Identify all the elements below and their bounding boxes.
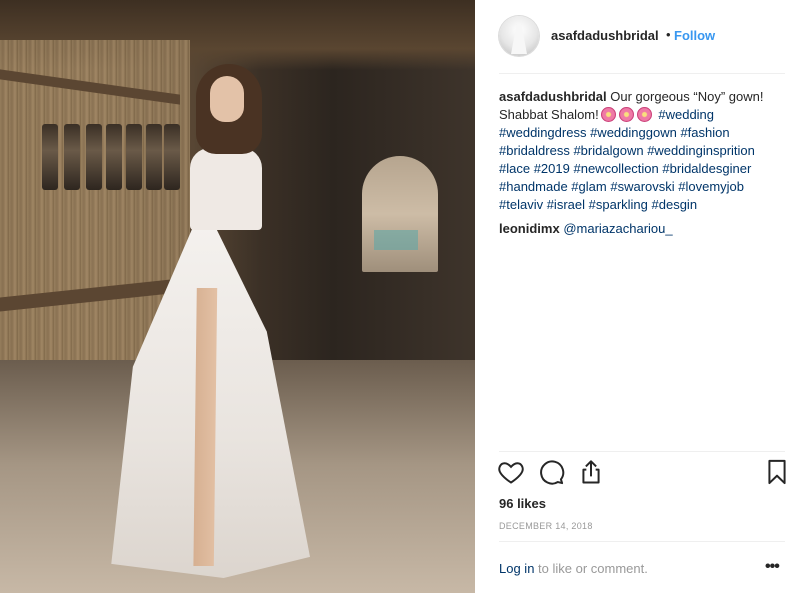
photo-lantern: [106, 124, 122, 190]
hashtag-link[interactable]: #weddingdress: [499, 125, 586, 140]
caption-hashtags: #wedding #weddingdress #weddinggown #fas…: [499, 107, 755, 212]
hashtag-link[interactable]: #lovemyjob: [678, 179, 744, 194]
post-side-panel: asafdadushbridal • Follow asafdadushbrid…: [475, 0, 811, 593]
header-separator: •: [666, 27, 671, 42]
footer-divider: [499, 541, 785, 542]
hashtag-link[interactable]: #wedding: [658, 107, 714, 122]
hibiscus-emoji: [618, 107, 634, 122]
share-icon[interactable]: [577, 458, 605, 486]
post-photo[interactable]: [0, 0, 475, 593]
hashtag-link[interactable]: #weddinginsprition: [647, 143, 755, 158]
hashtag-link[interactable]: #bridalgown: [573, 143, 643, 158]
comment-bubble-icon[interactable]: [537, 458, 565, 486]
hashtag-link[interactable]: #lace: [499, 161, 530, 176]
photo-doorway-bench: [374, 230, 418, 250]
post-header: asafdadushbridal • Follow: [475, 0, 811, 72]
actions-divider: [499, 451, 785, 452]
action-bar: [475, 458, 811, 490]
hashtag-link[interactable]: #sparkling: [589, 197, 648, 212]
hashtag-link[interactable]: #israel: [547, 197, 585, 212]
caption-username[interactable]: asafdadushbridal: [499, 89, 607, 104]
hibiscus-emoji: [600, 107, 616, 122]
hashtag-link[interactable]: #swarovski: [610, 179, 674, 194]
likes-count[interactable]: 96 likes: [499, 496, 546, 511]
login-link[interactable]: Log in: [499, 561, 534, 576]
hashtag-link[interactable]: #desgin: [652, 197, 698, 212]
photo-lantern: [86, 124, 102, 190]
hashtag-link[interactable]: #bridaldress: [499, 143, 570, 158]
photo-lantern: [164, 124, 180, 190]
login-prompt-text: to like or comment.: [538, 561, 648, 576]
hashtag-link[interactable]: #telaviv: [499, 197, 543, 212]
hashtag-link[interactable]: #newcollection: [573, 161, 658, 176]
photo-model-face: [210, 76, 244, 122]
photo-lantern: [42, 124, 58, 190]
header-username[interactable]: asafdadushbridal: [551, 28, 659, 43]
bookmark-icon[interactable]: [763, 458, 791, 486]
post-caption: asafdadushbridal Our gorgeous “Noy” gown…: [499, 88, 789, 214]
hashtag-link[interactable]: #2019: [534, 161, 570, 176]
photo-lantern: [146, 124, 162, 190]
hashtag-link[interactable]: #handmade: [499, 179, 568, 194]
photo-lantern: [64, 124, 80, 190]
hashtag-link[interactable]: #fashion: [680, 125, 729, 140]
post-date[interactable]: December 14, 2018: [499, 521, 593, 531]
login-prompt: Log in to like or comment.: [499, 561, 648, 576]
avatar-dress-image: [511, 24, 527, 54]
header-divider: [499, 73, 785, 74]
photo-gown-bodice: [190, 148, 262, 230]
hashtag-link[interactable]: #weddinggown: [590, 125, 677, 140]
hashtag-link[interactable]: #glam: [571, 179, 606, 194]
comment-row: leonidimx @mariazachariou_: [499, 220, 789, 238]
avatar[interactable]: [499, 16, 539, 56]
caption-text-line1: Our gorgeous “Noy” gown!: [610, 89, 764, 104]
more-options-icon[interactable]: •••: [765, 559, 787, 576]
comment-username[interactable]: leonidimx: [499, 221, 560, 236]
caption-text-line2: Shabbat Shalom!: [499, 107, 599, 122]
hibiscus-emoji: [636, 107, 652, 122]
caption-emoji-group: [600, 107, 655, 122]
hashtag-link[interactable]: #bridaldesginer: [662, 161, 751, 176]
comment-mention[interactable]: @mariazachariou_: [563, 221, 672, 236]
follow-button[interactable]: Follow: [674, 28, 715, 43]
heart-icon[interactable]: [497, 458, 525, 486]
photo-doorway: [362, 156, 438, 272]
photo-lantern: [126, 124, 142, 190]
